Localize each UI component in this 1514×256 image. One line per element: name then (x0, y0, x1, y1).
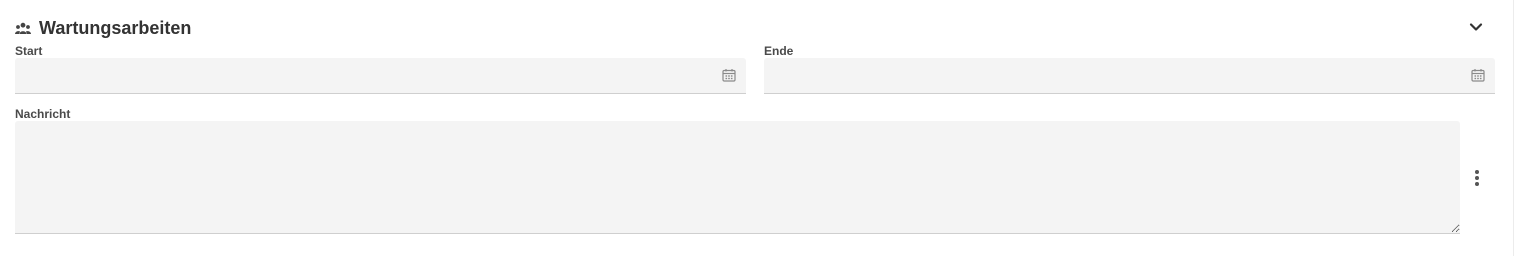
message-label: Nachricht (15, 107, 71, 121)
more-vertical-icon (1475, 170, 1479, 174)
message-textarea[interactable] (15, 121, 1460, 233)
message-field[interactable] (15, 121, 1460, 234)
collapse-button[interactable] (1466, 17, 1486, 37)
start-date-field[interactable] (15, 58, 746, 94)
end-date-field[interactable] (764, 58, 1495, 94)
users-icon (15, 21, 31, 35)
calendar-icon[interactable] (1471, 68, 1485, 82)
start-date-input[interactable] (15, 58, 746, 93)
section-header: Wartungsarbeiten (15, 16, 191, 40)
more-options-button[interactable] (1470, 168, 1484, 188)
end-date-input[interactable] (764, 58, 1495, 93)
maintenance-panel: Wartungsarbeiten Start Ende Nachricht (0, 0, 1514, 256)
start-label: Start (15, 44, 43, 58)
chevron-down-icon (1469, 23, 1483, 31)
end-label: Ende (764, 44, 794, 58)
calendar-icon[interactable] (722, 68, 736, 82)
section-title: Wartungsarbeiten (39, 17, 192, 38)
